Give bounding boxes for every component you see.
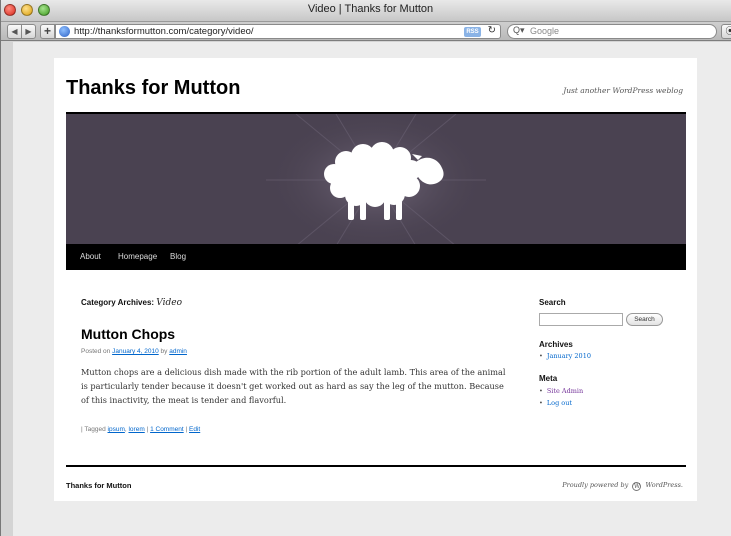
archive-prefix: Category Archives: xyxy=(81,298,155,307)
menu-item-homepage[interactable]: Homepage xyxy=(118,252,157,261)
search-field[interactable]: Q▾ Google xyxy=(507,24,717,39)
tag-link-lorem[interactable]: lorem xyxy=(128,426,144,433)
plus-icon: + xyxy=(43,24,51,38)
archive-name: Video xyxy=(156,298,183,308)
blog-page: Thanks for Mutton Just another WordPress… xyxy=(54,58,697,501)
menu-item-about[interactable]: About xyxy=(80,252,101,261)
back-arrow-icon: ◀ xyxy=(11,27,18,36)
web-content: Thanks for Mutton Just another WordPress… xyxy=(13,42,731,536)
footer-divider xyxy=(66,465,686,467)
add-bookmark-button[interactable]: + xyxy=(40,24,55,39)
search-icon[interactable]: Q▾ xyxy=(513,25,525,36)
wordpress-link[interactable]: WordPress. xyxy=(646,481,684,489)
wordpress-logo-icon: W xyxy=(632,482,642,491)
meta-heading: Meta xyxy=(539,374,558,383)
sheep-banner-image xyxy=(266,114,486,244)
search-placeholder: Google xyxy=(530,26,560,36)
bookmarks-icon[interactable]: ⦿ xyxy=(721,24,731,39)
separator: | xyxy=(146,426,149,433)
post-footer-meta: | Tagged ipsum, lorem | 1 Comment | Edit xyxy=(81,426,201,433)
address-bar[interactable]: http://thanksformutton.com/category/vide… xyxy=(55,24,501,39)
desktop: Video | Thanks for Mutton ◀ ▶ + http://t… xyxy=(0,0,731,536)
sidebar-search-input[interactable] xyxy=(539,313,623,326)
reload-icon[interactable]: ↻ xyxy=(488,25,496,36)
post-title[interactable]: Mutton Chops xyxy=(81,326,175,342)
archives-heading: Archives xyxy=(539,340,573,349)
address-url: http://thanksformutton.com/category/vide… xyxy=(74,26,254,37)
post-date-link[interactable]: January 4, 2010 xyxy=(112,348,159,355)
forward-button[interactable]: ▶ xyxy=(21,24,36,39)
separator: | xyxy=(185,426,188,433)
log-out-link[interactable]: Log out xyxy=(539,399,572,407)
rss-icon[interactable]: RSS xyxy=(464,27,481,37)
by-label: by xyxy=(160,348,168,355)
site-title[interactable]: Thanks for Mutton xyxy=(66,77,240,100)
back-button[interactable]: ◀ xyxy=(7,24,22,39)
site-tagline: Just another WordPress weblog xyxy=(563,86,683,95)
browser-toolbar: ◀ ▶ + http://thanksformutton.com/categor… xyxy=(1,22,731,41)
menu-item-blog[interactable]: Blog xyxy=(170,252,186,261)
tagged-label: | Tagged xyxy=(81,426,106,433)
header-banner xyxy=(66,112,686,244)
tag-link-ipsum[interactable]: ipsum xyxy=(108,426,125,433)
archive-heading: Category Archives: Video xyxy=(81,298,182,308)
browser-window: Video | Thanks for Mutton ◀ ▶ + http://t… xyxy=(0,0,731,536)
comments-link[interactable]: 1 Comment xyxy=(150,426,184,433)
main-menu: About Homepage Blog xyxy=(66,244,686,270)
forward-arrow-icon: ▶ xyxy=(25,27,32,36)
footer-site-title[interactable]: Thanks for Mutton xyxy=(66,481,131,490)
post-meta: Posted on January 4, 2010 by admin xyxy=(81,348,187,355)
search-heading: Search xyxy=(539,298,566,307)
edit-link[interactable]: Edit xyxy=(189,426,200,433)
posted-on-label: Posted on xyxy=(81,348,111,355)
sidebar-search-button[interactable]: Search xyxy=(626,313,663,326)
footer-credit: Proudly powered by W WordPress. xyxy=(562,481,683,491)
powered-by-label: Proudly powered by xyxy=(562,481,629,489)
archive-link-january-2010[interactable]: January 2010 xyxy=(539,352,591,360)
globe-icon xyxy=(59,26,70,37)
title-bar[interactable]: Video | Thanks for Mutton xyxy=(1,0,731,22)
window-title: Video | Thanks for Mutton xyxy=(307,3,434,15)
author-link[interactable]: admin xyxy=(169,348,187,355)
post-body: Mutton chops are a delicious dish made w… xyxy=(81,367,506,405)
site-admin-link[interactable]: Site Admin xyxy=(539,387,583,395)
